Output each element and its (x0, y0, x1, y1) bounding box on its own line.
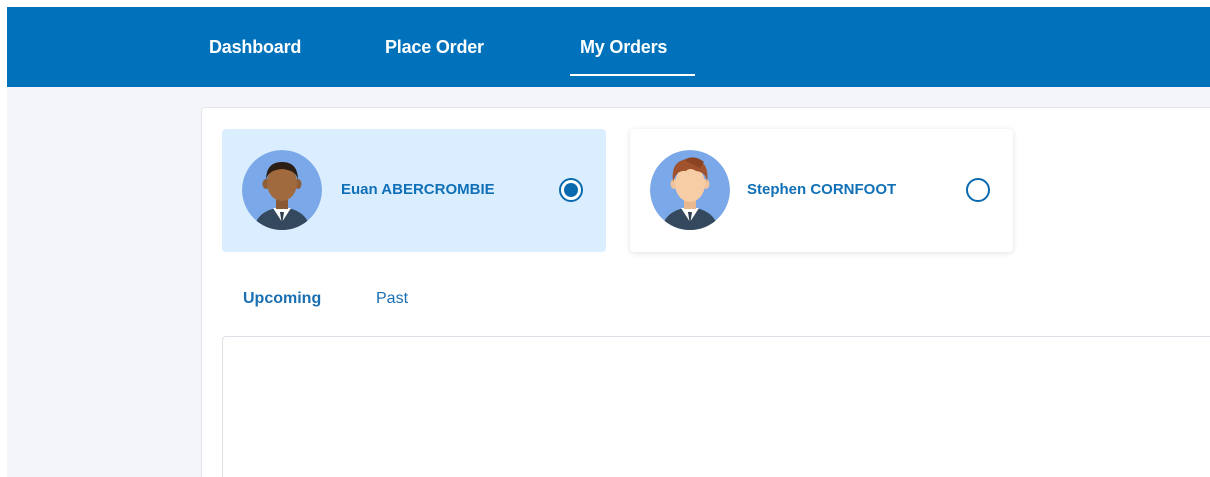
person-card-euan[interactable]: Euan ABERCROMBIE (222, 129, 606, 252)
nav-my-orders[interactable]: My Orders (580, 37, 667, 58)
person-card-stephen[interactable]: Stephen CORNFOOT (630, 129, 1013, 252)
orders-list-container (222, 336, 1210, 477)
app-root: Dashboard Place Order My Orders Euan ABE… (0, 0, 1210, 477)
nav-dashboard[interactable]: Dashboard (209, 37, 301, 58)
person-name: Stephen CORNFOOT (747, 181, 897, 198)
radio-selected[interactable] (559, 178, 583, 202)
radio-unselected[interactable] (966, 178, 990, 202)
active-nav-underline (570, 74, 695, 76)
tab-past[interactable]: Past (376, 290, 408, 308)
radio-dot (564, 183, 578, 197)
nav-place-order[interactable]: Place Order (385, 37, 484, 58)
person-name: Euan ABERCROMBIE (341, 181, 495, 198)
avatar-dark-hair-icon (242, 150, 322, 230)
avatar-brown-hair-icon (650, 150, 730, 230)
tab-upcoming[interactable]: Upcoming (243, 290, 321, 308)
